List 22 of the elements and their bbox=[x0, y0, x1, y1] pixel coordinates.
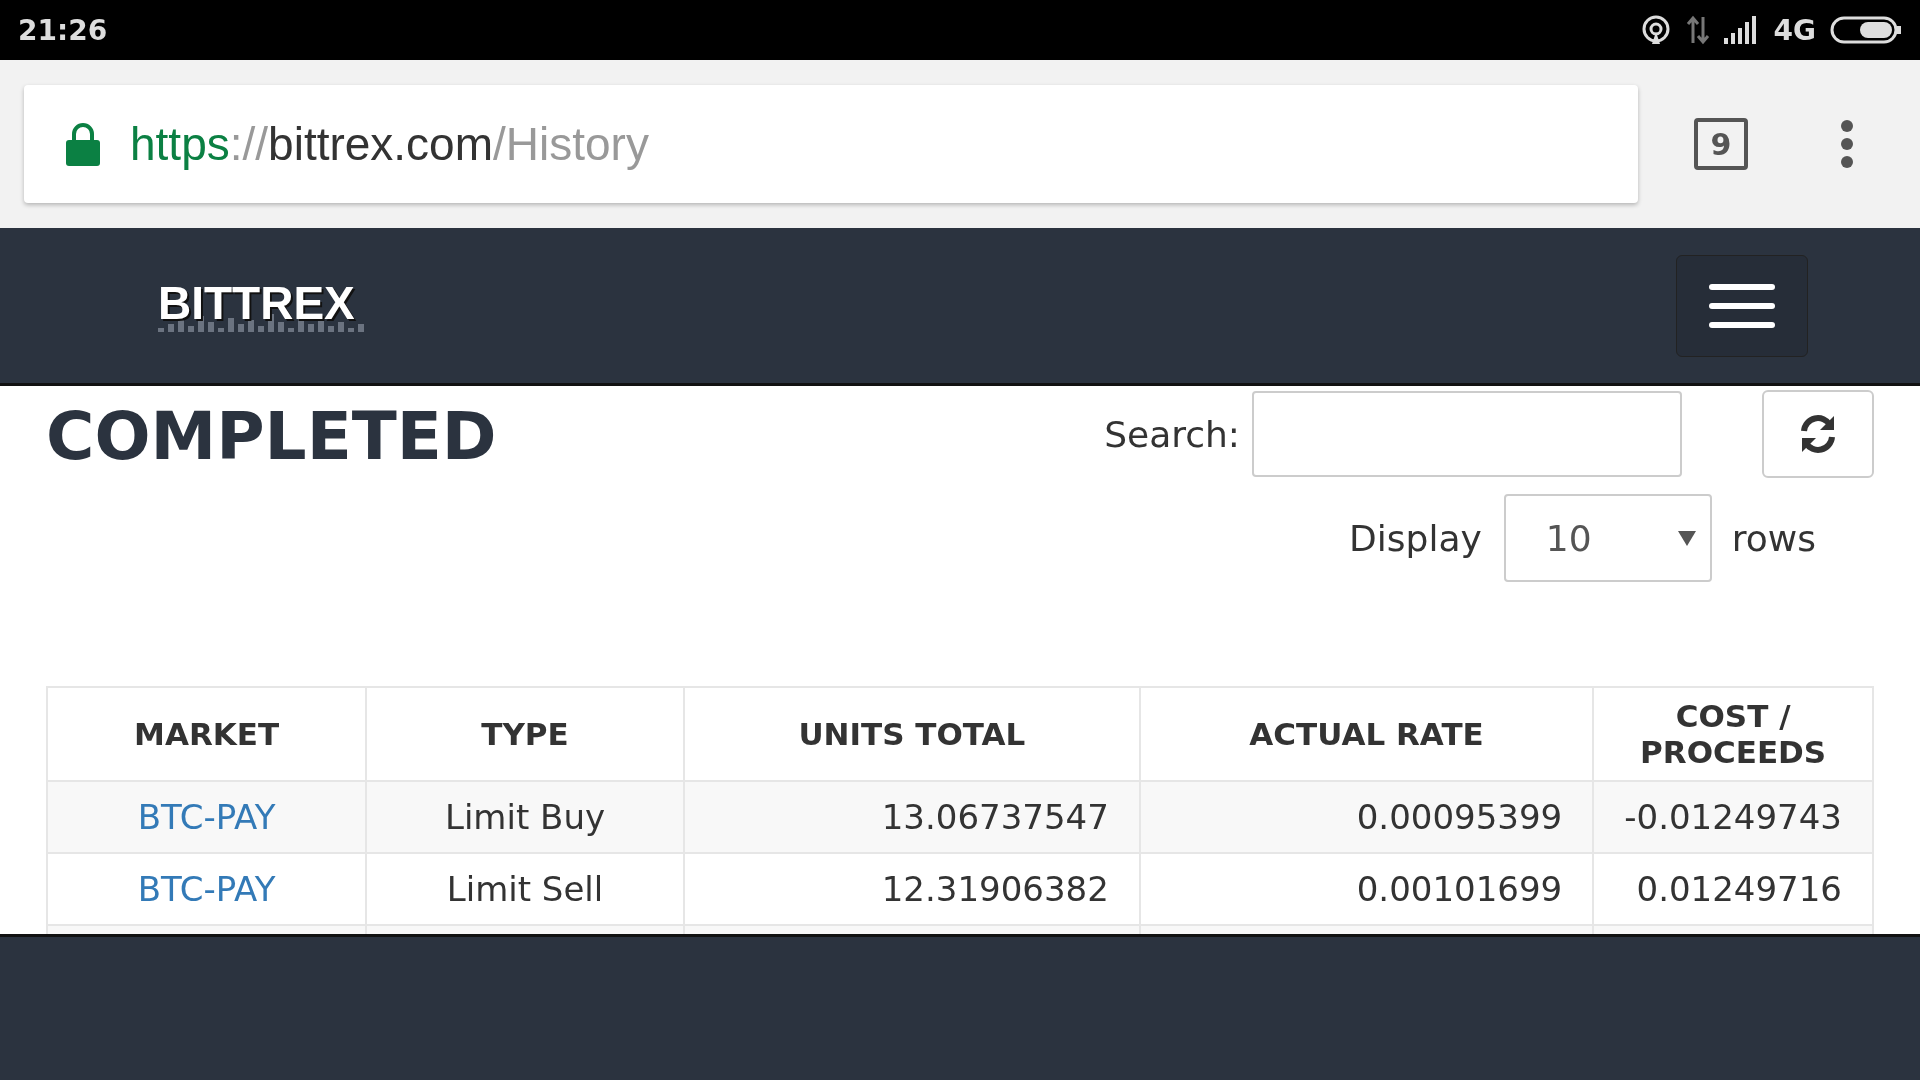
column-header[interactable]: ACTUAL RATE bbox=[1139, 687, 1594, 781]
table-cell: 13.06737547 bbox=[881, 797, 1109, 837]
column-header[interactable]: UNITS TOTAL bbox=[683, 687, 1140, 781]
clock-time: 21:26 bbox=[18, 13, 108, 47]
rows-label: rows bbox=[1731, 517, 1816, 559]
table-cell: 0.00095399 bbox=[1356, 797, 1563, 837]
display-label: Display bbox=[1349, 517, 1482, 559]
address-bar[interactable]: https://bittrex.com/History bbox=[24, 85, 1638, 203]
column-header[interactable]: MARKET bbox=[47, 687, 367, 781]
table-cell: 0.00101699 bbox=[1356, 869, 1563, 909]
table-cell: Limit Sell bbox=[446, 869, 604, 909]
rows-select[interactable]: 10 bbox=[1503, 494, 1712, 582]
network-type: 4G bbox=[1773, 13, 1816, 47]
logo[interactable]: BITTREX bbox=[158, 275, 368, 336]
search-label: Search: bbox=[1104, 413, 1240, 455]
table-cell: 12.31906382 bbox=[881, 869, 1109, 909]
page-title: COMPLETED bbox=[46, 398, 497, 477]
url-text: https://bittrex.com/History bbox=[130, 117, 649, 171]
table-cell: Limit Buy bbox=[444, 797, 606, 837]
table-cell: -0.01249743 bbox=[1624, 797, 1842, 837]
table-cell: 0.01249716 bbox=[1636, 869, 1842, 909]
tab-count-button[interactable]: 9 bbox=[1694, 118, 1748, 170]
